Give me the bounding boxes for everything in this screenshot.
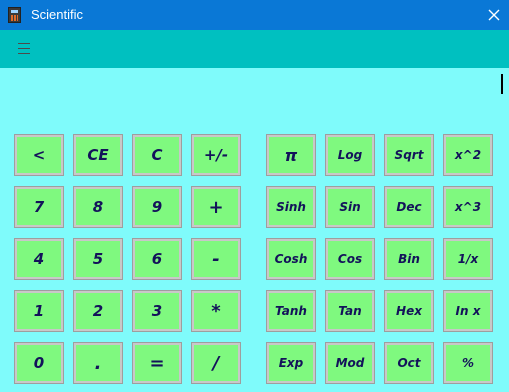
key-divide-button[interactable]: / <box>191 342 241 384</box>
hamburger-icon[interactable] <box>18 43 30 54</box>
sci-tan-button[interactable]: Tan <box>325 290 375 332</box>
key-multiply-button[interactable]: * <box>191 290 241 332</box>
title-bar: Scientific <box>0 0 509 30</box>
key-negate-button[interactable]: +/- <box>191 134 241 176</box>
sci-bin-button[interactable]: Bin <box>384 238 434 280</box>
key-5-button[interactable]: 5 <box>73 238 123 280</box>
key-6-button[interactable]: 6 <box>132 238 182 280</box>
display-field[interactable] <box>0 68 509 130</box>
sci-log-button[interactable]: Log <box>325 134 375 176</box>
close-button[interactable] <box>479 0 509 30</box>
sci-percent-button[interactable]: % <box>443 342 493 384</box>
key-4-button[interactable]: 4 <box>14 238 64 280</box>
key-3-button[interactable]: 3 <box>132 290 182 332</box>
sci-reciprocal-button[interactable]: 1/x <box>443 238 493 280</box>
key-7-button[interactable]: 7 <box>14 186 64 228</box>
sci-cos-button[interactable]: Cos <box>325 238 375 280</box>
key-1-button[interactable]: 1 <box>14 290 64 332</box>
sci-sin-button[interactable]: Sin <box>325 186 375 228</box>
key-9-button[interactable]: 9 <box>132 186 182 228</box>
sci-hex-button[interactable]: Hex <box>384 290 434 332</box>
sci-mod-button[interactable]: Mod <box>325 342 375 384</box>
sci-cube-button[interactable]: x^3 <box>443 186 493 228</box>
sci-square-button[interactable]: x^2 <box>443 134 493 176</box>
key-plus-button[interactable]: + <box>191 186 241 228</box>
sci-sinh-button[interactable]: Sinh <box>266 186 316 228</box>
key-2-button[interactable]: 2 <box>73 290 123 332</box>
key-minus-button[interactable]: - <box>191 238 241 280</box>
sci-tanh-button[interactable]: Tanh <box>266 290 316 332</box>
key-8-button[interactable]: 8 <box>73 186 123 228</box>
sci-oct-button[interactable]: Oct <box>384 342 434 384</box>
calculator-icon <box>8 7 21 23</box>
sci-cosh-button[interactable]: Cosh <box>266 238 316 280</box>
sci-dec-button[interactable]: Dec <box>384 186 434 228</box>
key-c-button[interactable]: C <box>132 134 182 176</box>
sci-sqrt-button[interactable]: Sqrt <box>384 134 434 176</box>
sci-ln-button[interactable]: In x <box>443 290 493 332</box>
window-title: Scientific <box>31 7 84 22</box>
text-cursor <box>501 74 503 94</box>
menu-bar <box>0 30 509 68</box>
sci-exp-button[interactable]: Exp <box>266 342 316 384</box>
key-decimal-button[interactable]: . <box>73 342 123 384</box>
key-ce-button[interactable]: CE <box>73 134 123 176</box>
key-equals-button[interactable]: = <box>132 342 182 384</box>
sci-pi-button[interactable]: π <box>266 134 316 176</box>
key-backspace-button[interactable]: < <box>14 134 64 176</box>
close-icon <box>488 9 500 21</box>
key-0-button[interactable]: 0 <box>14 342 64 384</box>
